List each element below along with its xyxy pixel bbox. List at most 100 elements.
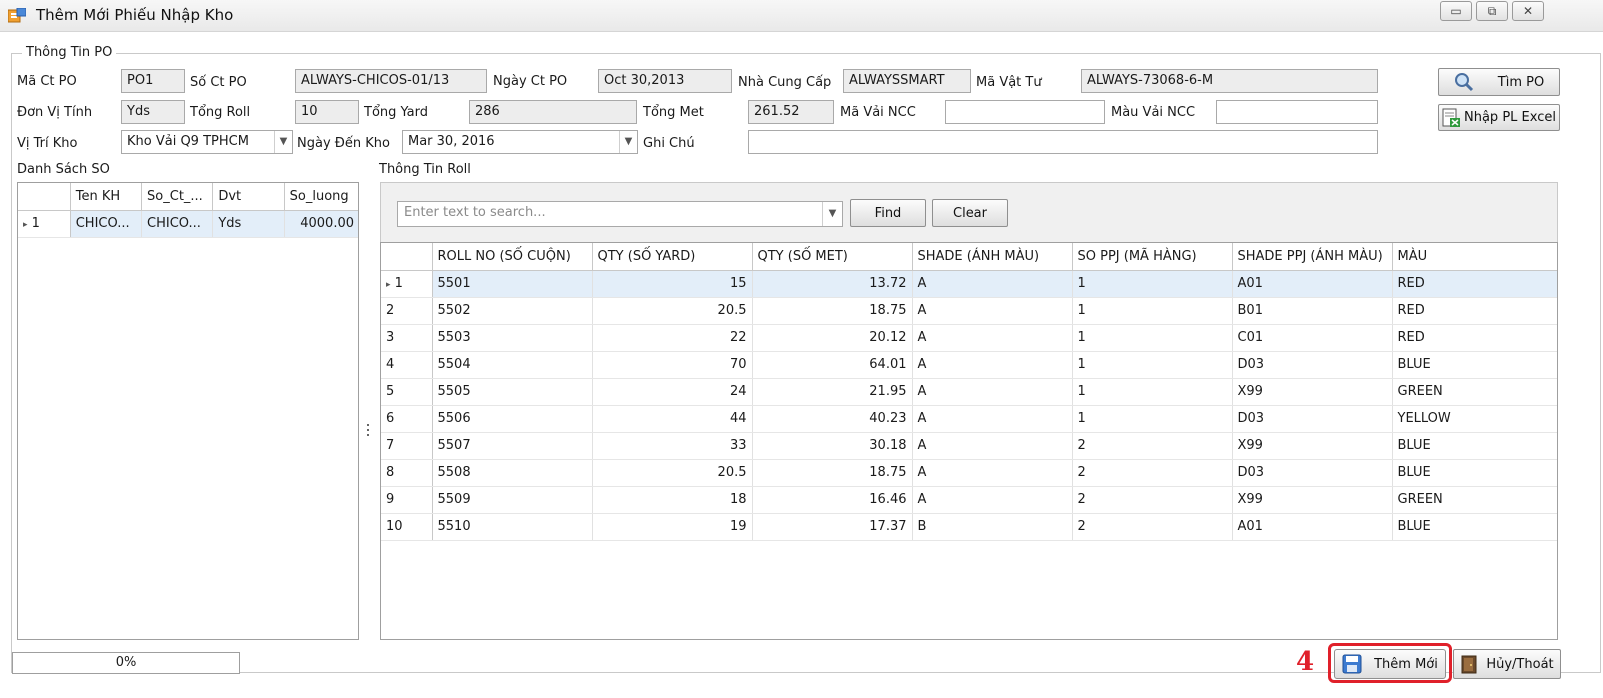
row-header[interactable]: 2 bbox=[381, 297, 433, 325]
ngay-den-kho-datepicker[interactable]: Mar 30, 2016 ▼ bbox=[402, 130, 638, 154]
cell-roll-no[interactable]: 5506 bbox=[432, 405, 593, 433]
cell-qty-yard[interactable]: 70 bbox=[592, 351, 753, 379]
cell-so-ppj[interactable]: 1 bbox=[1072, 405, 1233, 433]
cell-shade[interactable]: A bbox=[912, 459, 1073, 487]
cell-mau[interactable]: RED bbox=[1392, 297, 1557, 325]
cell-mau[interactable]: GREEN bbox=[1392, 378, 1557, 406]
cell-shade[interactable]: A bbox=[912, 297, 1073, 325]
ma-vai-ncc-field[interactable] bbox=[945, 100, 1105, 124]
cell-mau[interactable]: BLUE bbox=[1392, 513, 1557, 541]
chevron-down-icon[interactable]: ▼ bbox=[274, 131, 292, 153]
cell-qty-met[interactable]: 18.75 bbox=[752, 297, 913, 325]
cell-shade-ppj[interactable]: D03 bbox=[1232, 351, 1393, 379]
cell-so-ppj[interactable]: 2 bbox=[1072, 432, 1233, 460]
cell-shade-ppj[interactable]: C01 bbox=[1232, 324, 1393, 352]
column-header-dvt[interactable]: Dvt bbox=[212, 183, 285, 211]
row-header[interactable]: ▸ 1 bbox=[18, 210, 71, 238]
cell-qty-met[interactable]: 40.23 bbox=[752, 405, 913, 433]
column-header-so-luong[interactable]: So_luong bbox=[284, 183, 358, 211]
cell-shade-ppj[interactable]: D03 bbox=[1232, 405, 1393, 433]
cell-shade[interactable]: A bbox=[912, 486, 1073, 514]
them-moi-button[interactable]: Thêm Mới bbox=[1334, 649, 1446, 679]
cell-shade-ppj[interactable]: X99 bbox=[1232, 378, 1393, 406]
tong-yard-field[interactable]: 286 bbox=[469, 100, 637, 124]
cell-mau[interactable]: BLUE bbox=[1392, 459, 1557, 487]
column-header-shade[interactable]: SHADE (ÁNH MÀU) bbox=[912, 243, 1073, 271]
don-vi-tinh-field[interactable]: Yds bbox=[121, 100, 185, 124]
cell-shade[interactable]: A bbox=[912, 432, 1073, 460]
table-row[interactable]: 3 5503 22 20.12 A 1 C01 RED bbox=[381, 324, 1557, 352]
row-header[interactable]: 5 bbox=[381, 378, 433, 406]
cell-qty-met[interactable]: 18.75 bbox=[752, 459, 913, 487]
ma-ct-po-field[interactable]: PO1 bbox=[121, 69, 185, 93]
tong-met-field[interactable]: 261.52 bbox=[748, 100, 834, 124]
cell-qty-yard[interactable]: 20.5 bbox=[592, 297, 753, 325]
ghi-chu-field[interactable] bbox=[748, 130, 1378, 154]
table-row[interactable]: ▸ 1 CHICO... CHICO... Yds 4000.00 bbox=[18, 210, 358, 238]
nhap-pl-excel-button[interactable]: Nhập PL Excel bbox=[1438, 104, 1560, 131]
table-row[interactable]: 6 5506 44 40.23 A 1 D03 YELLOW bbox=[381, 405, 1557, 433]
cell-qty-met[interactable]: 21.95 bbox=[752, 378, 913, 406]
cell-roll-no[interactable]: 5509 bbox=[432, 486, 593, 514]
cell-roll-no[interactable]: 5503 bbox=[432, 324, 593, 352]
vi-tri-kho-select[interactable]: Kho Vải Q9 TPHCM ▼ bbox=[121, 130, 293, 154]
cell-shade-ppj[interactable]: A01 bbox=[1232, 513, 1393, 541]
column-header-qty-yard[interactable]: QTY (SỐ YARD) bbox=[592, 243, 753, 271]
nha-cung-cap-field[interactable]: ALWAYSSMART bbox=[843, 69, 971, 93]
maximize-button[interactable]: ⧉ bbox=[1476, 1, 1508, 21]
cell-dvt[interactable]: Yds bbox=[212, 210, 285, 238]
cell-shade-ppj[interactable]: X99 bbox=[1232, 432, 1393, 460]
row-header[interactable]: 9 bbox=[381, 486, 433, 514]
cell-so-ppj[interactable]: 1 bbox=[1072, 297, 1233, 325]
tong-roll-field[interactable]: 10 bbox=[295, 100, 359, 124]
cell-roll-no[interactable]: 5510 bbox=[432, 513, 593, 541]
cell-mau[interactable]: BLUE bbox=[1392, 351, 1557, 379]
table-row[interactable]: 9 5509 18 16.46 A 2 X99 GREEN bbox=[381, 486, 1557, 514]
column-header-shade-ppj[interactable]: SHADE PPJ (ÁNH MÀU) bbox=[1232, 243, 1393, 271]
cell-shade[interactable]: A bbox=[912, 405, 1073, 433]
cell-shade[interactable]: B bbox=[912, 513, 1073, 541]
tim-po-button[interactable]: Tìm PO bbox=[1438, 68, 1560, 96]
cell-so-ppj[interactable]: 2 bbox=[1072, 459, 1233, 487]
cell-so-ppj[interactable]: 1 bbox=[1072, 270, 1233, 298]
cell-so-ppj[interactable]: 2 bbox=[1072, 486, 1233, 514]
cell-qty-met[interactable]: 64.01 bbox=[752, 351, 913, 379]
table-row[interactable]: 7 5507 33 30.18 A 2 X99 BLUE bbox=[381, 432, 1557, 460]
cell-qty-met[interactable]: 13.72 bbox=[752, 270, 913, 298]
minimize-button[interactable]: ▭ bbox=[1440, 1, 1472, 21]
cell-roll-no[interactable]: 5501 bbox=[432, 270, 593, 298]
column-header-ten-kh[interactable]: Ten KH bbox=[70, 183, 143, 211]
row-header[interactable]: ▸ 1 bbox=[381, 270, 433, 298]
search-input[interactable]: Enter text to search... ▼ bbox=[397, 201, 843, 227]
cell-qty-met[interactable]: 17.37 bbox=[752, 513, 913, 541]
cell-mau[interactable]: BLUE bbox=[1392, 432, 1557, 460]
cell-shade[interactable]: A bbox=[912, 324, 1073, 352]
cell-mau[interactable]: RED bbox=[1392, 270, 1557, 298]
huy-thoat-button[interactable]: Hủy/Thoát bbox=[1453, 649, 1561, 679]
cell-shade[interactable]: A bbox=[912, 351, 1073, 379]
clear-button[interactable]: Clear bbox=[932, 199, 1008, 227]
cell-qty-yard[interactable]: 24 bbox=[592, 378, 753, 406]
roll-grid[interactable]: ROLL NO (SỐ CUỘN) QTY (SỐ YARD) QTY (SỐ … bbox=[380, 242, 1558, 640]
cell-shade-ppj[interactable]: A01 bbox=[1232, 270, 1393, 298]
ngay-ct-po-field[interactable]: Oct 30,2013 bbox=[598, 69, 732, 93]
row-header[interactable]: 10 bbox=[381, 513, 433, 541]
cell-qty-yard[interactable]: 19 bbox=[592, 513, 753, 541]
cell-qty-yard[interactable]: 20.5 bbox=[592, 459, 753, 487]
cell-ten-kh[interactable]: CHICO... bbox=[70, 210, 143, 238]
cell-so-ppj[interactable]: 1 bbox=[1072, 378, 1233, 406]
table-row[interactable]: ▸ 1 5501 15 13.72 A 1 A01 RED bbox=[381, 270, 1557, 298]
cell-so-ppj[interactable]: 2 bbox=[1072, 513, 1233, 541]
close-button[interactable]: ✕ bbox=[1512, 1, 1544, 21]
cell-qty-met[interactable]: 16.46 bbox=[752, 486, 913, 514]
splitter-handle[interactable] bbox=[366, 421, 370, 445]
cell-qty-yard[interactable]: 22 bbox=[592, 324, 753, 352]
row-header[interactable]: 6 bbox=[381, 405, 433, 433]
table-row[interactable]: 8 5508 20.5 18.75 A 2 D03 BLUE bbox=[381, 459, 1557, 487]
table-row[interactable]: 2 5502 20.5 18.75 A 1 B01 RED bbox=[381, 297, 1557, 325]
chevron-down-icon[interactable]: ▼ bbox=[822, 202, 842, 226]
cell-so-luong[interactable]: 4000.00 bbox=[284, 210, 358, 238]
row-header[interactable]: 7 bbox=[381, 432, 433, 460]
row-header[interactable]: 8 bbox=[381, 459, 433, 487]
mau-vai-ncc-field[interactable] bbox=[1216, 100, 1378, 124]
